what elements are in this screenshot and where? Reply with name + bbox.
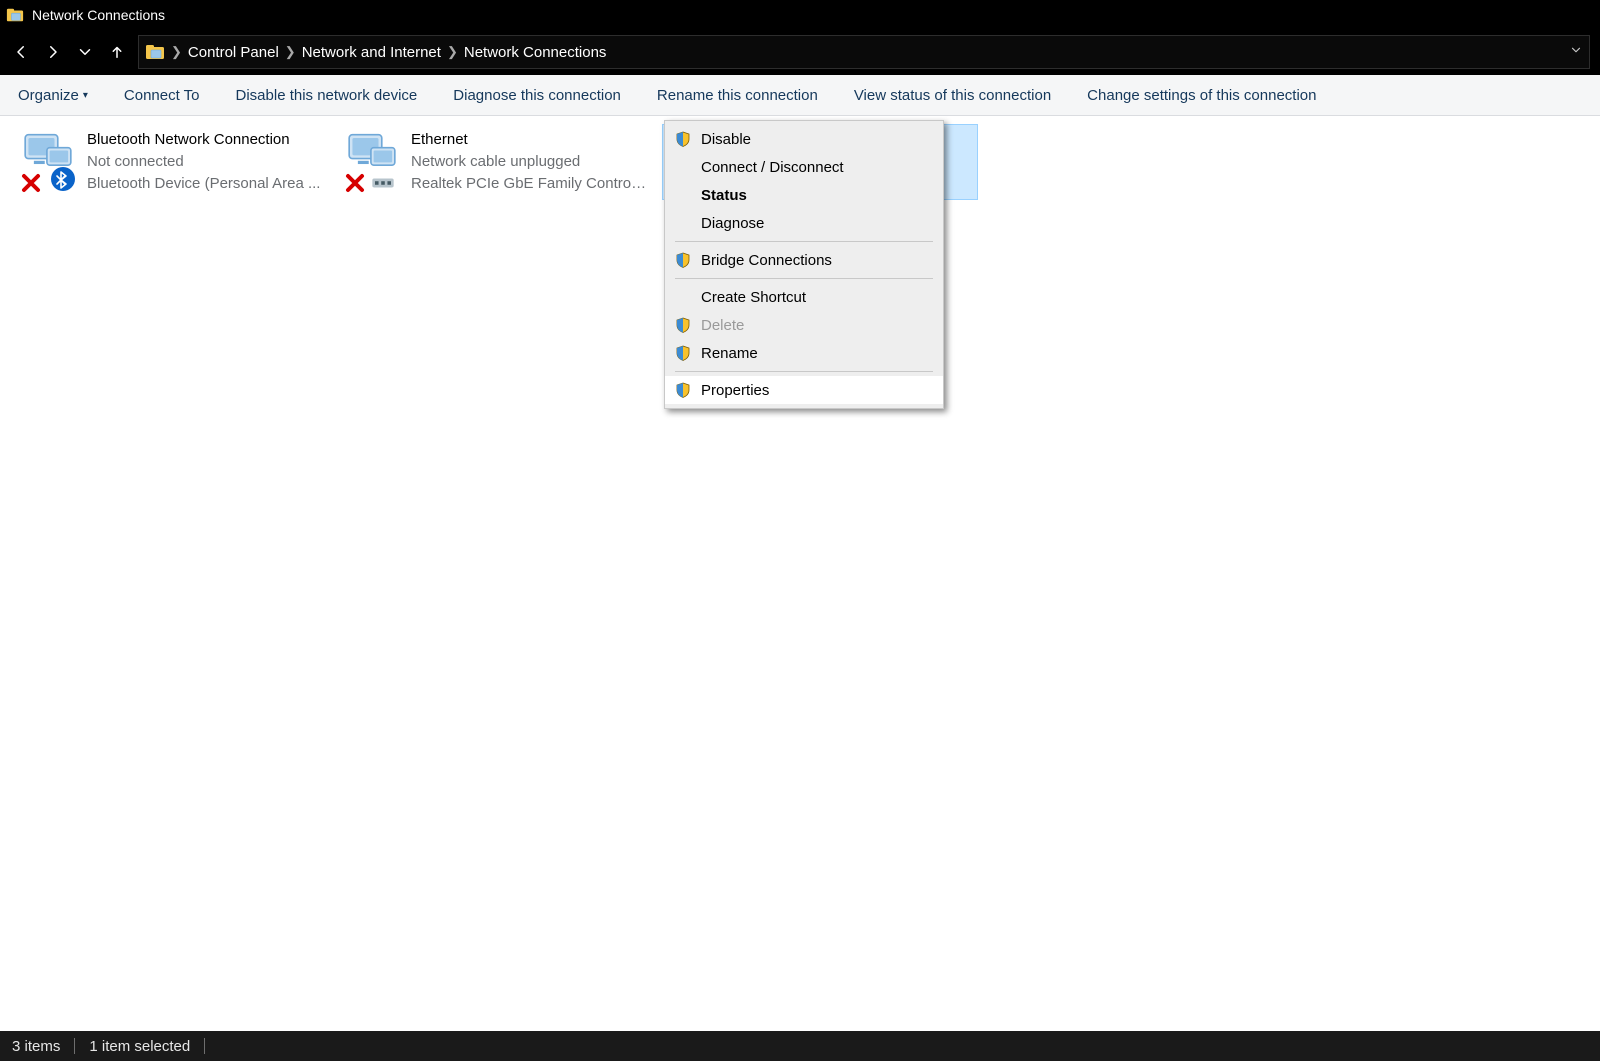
- status-bar: 3 items 1 item selected: [0, 1031, 1600, 1061]
- chevron-down-icon: ▾: [83, 90, 88, 101]
- shield-icon: [675, 317, 691, 333]
- change-settings-label: Change settings of this connection: [1087, 87, 1316, 104]
- menu-item-label: Diagnose: [701, 215, 764, 232]
- error-x-icon: [345, 173, 365, 193]
- error-x-icon: [21, 173, 41, 193]
- connection-status: Network cable unplugged: [411, 151, 647, 173]
- connection-name: Bluetooth Network Connection: [87, 129, 320, 151]
- connect-to-label: Connect To: [124, 87, 200, 104]
- view-status-label: View status of this connection: [854, 87, 1051, 104]
- rename-connection-button[interactable]: Rename this connection: [657, 87, 818, 104]
- change-settings-button[interactable]: Change settings of this connection: [1087, 87, 1316, 104]
- network-adapter-icon: [347, 131, 397, 171]
- menu-item-label: Bridge Connections: [701, 252, 832, 269]
- menu-item-disable[interactable]: Disable: [665, 125, 943, 153]
- back-button[interactable]: [10, 41, 32, 63]
- status-divider: [204, 1038, 205, 1054]
- organize-label: Organize: [18, 87, 79, 104]
- menu-item-properties[interactable]: Properties: [665, 376, 943, 404]
- network-adapter-icon: [23, 131, 73, 171]
- breadcrumb-control-panel[interactable]: Control Panel: [188, 44, 279, 61]
- content-area: Bluetooth Network Connection Not connect…: [0, 116, 1600, 1031]
- connection-device: Realtek PCIe GbE Family Controller: [411, 173, 647, 195]
- connection-icon: [21, 129, 77, 195]
- connection-item-ethernet[interactable]: Ethernet Network cable unplugged Realtek…: [338, 124, 654, 200]
- status-divider: [74, 1038, 75, 1054]
- context-menu: Disable Connect / Disconnect Status Diag…: [664, 120, 944, 409]
- shield-icon: [675, 382, 691, 398]
- connection-text: Ethernet Network cable unplugged Realtek…: [411, 129, 647, 195]
- menu-item-label: Status: [701, 187, 747, 204]
- connection-item-bluetooth[interactable]: Bluetooth Network Connection Not connect…: [14, 124, 330, 200]
- forward-button[interactable]: [42, 41, 64, 63]
- menu-item-label: Delete: [701, 317, 744, 334]
- menu-item-create-shortcut[interactable]: Create Shortcut: [665, 283, 943, 311]
- window-title: Network Connections: [32, 7, 165, 23]
- status-selection: 1 item selected: [89, 1038, 190, 1055]
- menu-separator: [675, 371, 933, 372]
- menu-item-delete: Delete: [665, 311, 943, 339]
- chevron-right-icon: ❯: [171, 44, 182, 60]
- disable-device-button[interactable]: Disable this network device: [236, 87, 418, 104]
- bluetooth-icon: [51, 167, 75, 191]
- connection-text: Bluetooth Network Connection Not connect…: [87, 129, 320, 195]
- menu-item-label: Properties: [701, 382, 769, 399]
- menu-item-label: Create Shortcut: [701, 289, 806, 306]
- menu-item-label: Disable: [701, 131, 751, 148]
- menu-item-bridge-connections[interactable]: Bridge Connections: [665, 246, 943, 274]
- disable-device-label: Disable this network device: [236, 87, 418, 104]
- navigation-bar: ❯ Control Panel ❯ Network and Internet ❯…: [0, 29, 1600, 75]
- command-bar: Organize ▾ Connect To Disable this netwo…: [0, 75, 1600, 116]
- up-button[interactable]: [106, 41, 128, 63]
- view-status-button[interactable]: View status of this connection: [854, 87, 1051, 104]
- app-icon: [6, 6, 24, 24]
- menu-item-label: Connect / Disconnect: [701, 159, 844, 176]
- menu-item-diagnose[interactable]: Diagnose: [665, 209, 943, 237]
- diagnose-label: Diagnose this connection: [453, 87, 621, 104]
- connection-icon: [345, 129, 401, 195]
- shield-icon: [675, 131, 691, 147]
- shield-icon: [675, 345, 691, 361]
- chevron-right-icon: ❯: [285, 44, 296, 60]
- recent-locations-button[interactable]: [74, 41, 96, 63]
- menu-item-status[interactable]: Status: [665, 181, 943, 209]
- chevron-right-icon: ❯: [447, 44, 458, 60]
- diagnose-connection-button[interactable]: Diagnose this connection: [453, 87, 621, 104]
- menu-item-label: Rename: [701, 345, 758, 362]
- shield-icon: [675, 252, 691, 268]
- address-bar[interactable]: ❯ Control Panel ❯ Network and Internet ❯…: [138, 35, 1590, 69]
- menu-item-connect-disconnect[interactable]: Connect / Disconnect: [665, 153, 943, 181]
- menu-item-rename[interactable]: Rename: [665, 339, 943, 367]
- rename-label: Rename this connection: [657, 87, 818, 104]
- connection-status: Not connected: [87, 151, 320, 173]
- connection-device: Bluetooth Device (Personal Area ...: [87, 173, 320, 195]
- breadcrumb-network-and-internet[interactable]: Network and Internet: [302, 44, 441, 61]
- title-bar: Network Connections: [0, 0, 1600, 29]
- menu-separator: [675, 241, 933, 242]
- organize-menu[interactable]: Organize ▾: [18, 87, 88, 104]
- menu-separator: [675, 278, 933, 279]
- connection-name: Ethernet: [411, 129, 647, 151]
- status-item-count: 3 items: [12, 1038, 60, 1055]
- ethernet-icon: [369, 175, 397, 191]
- address-folder-icon: [145, 42, 165, 62]
- breadcrumb-network-connections[interactable]: Network Connections: [464, 44, 607, 61]
- connect-to-button[interactable]: Connect To: [124, 87, 200, 104]
- address-dropdown-icon[interactable]: [1569, 43, 1583, 61]
